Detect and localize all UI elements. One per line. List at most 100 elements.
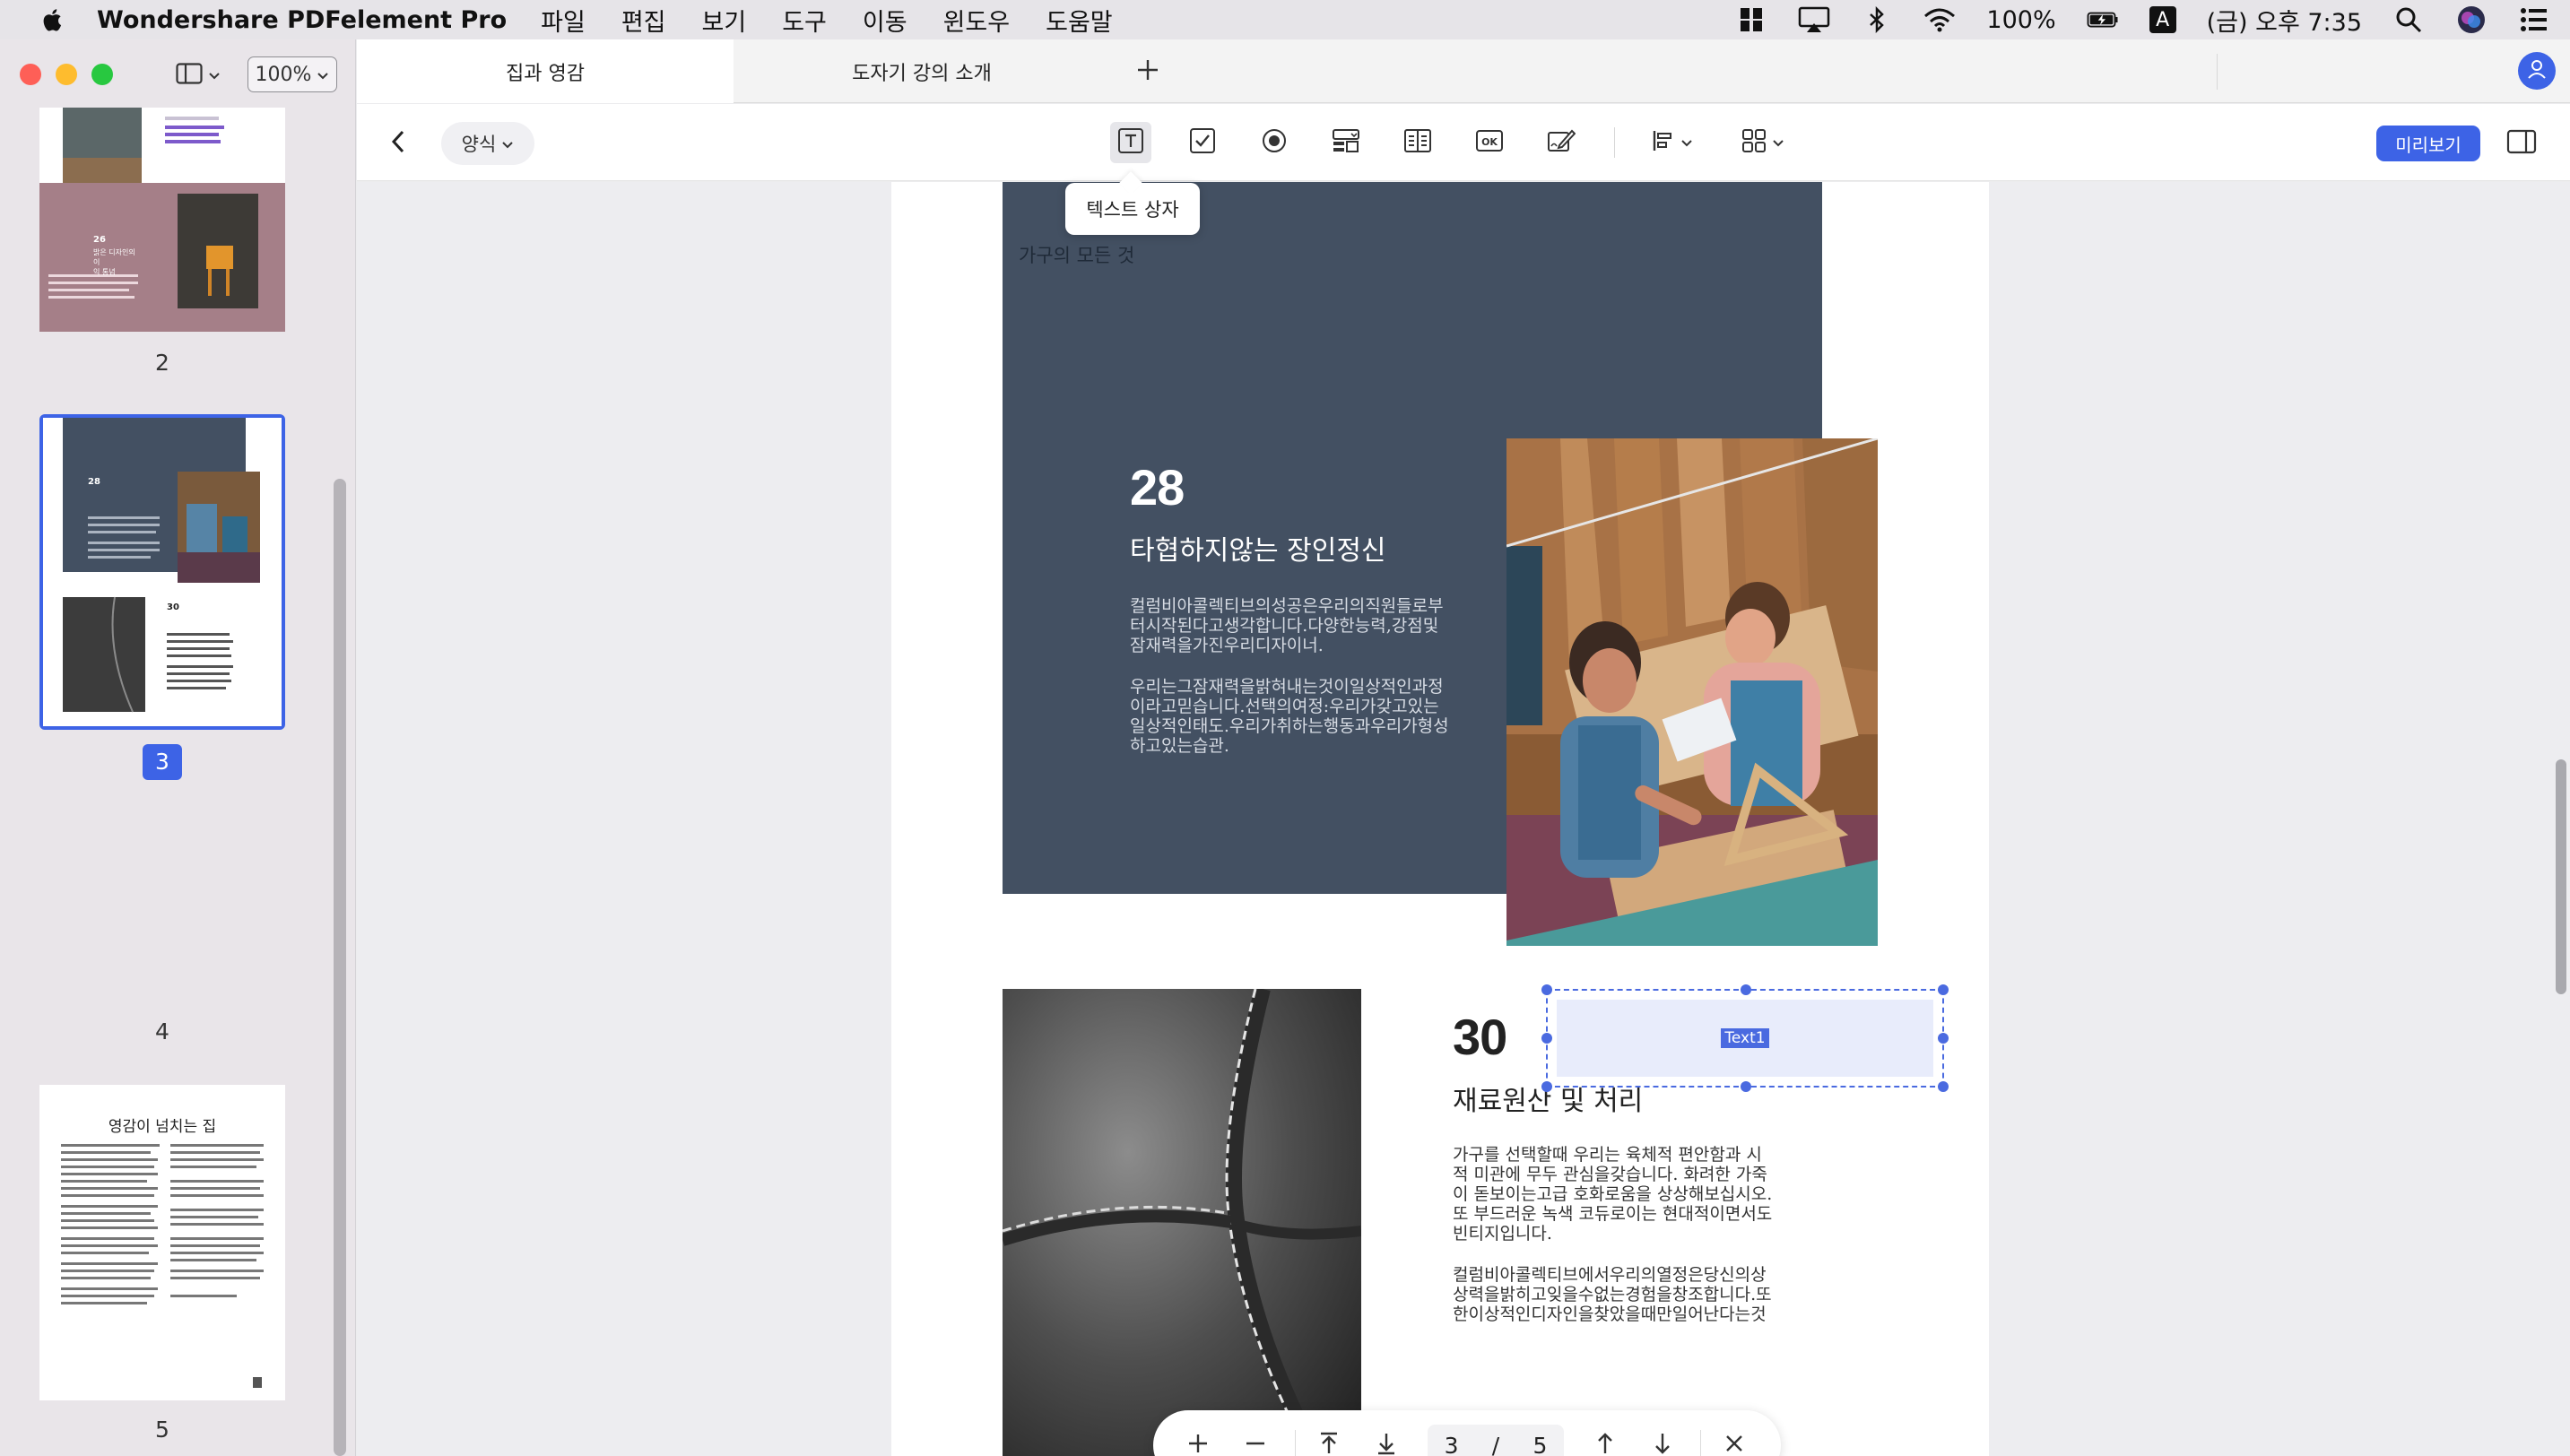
chevron-down-icon [208,67,221,84]
resize-handle-left[interactable] [1541,1033,1552,1044]
menu-view[interactable]: 보기 [702,3,747,38]
app-name-menu[interactable]: Wondershare PDFelement Pro [97,6,507,34]
list-box-tool-button[interactable] [1397,122,1438,163]
page-navigation-bar: 3 / 5 [1153,1410,1781,1456]
resize-handle-bottom-left[interactable] [1541,1081,1552,1092]
resize-handle-right[interactable] [1938,1033,1949,1044]
checkbox-icon [1189,127,1216,158]
form-toolbar: 양식 OK 미리보기 [357,104,2570,181]
input-source-icon[interactable]: A [2149,6,2176,33]
thumbnail-label-5: 5 [155,1417,169,1443]
clock[interactable]: (금) 오후 7:35 [2207,3,2362,38]
menu-window[interactable]: 윈도우 [943,3,1011,38]
form-mode-dropdown[interactable]: 양식 [441,122,534,165]
spotlight-search-icon[interactable] [2392,5,2425,34]
tab-pottery-class[interactable]: 도자기 강의 소개 [734,39,1110,103]
minimize-window-button[interactable] [56,64,77,85]
zoom-out-button[interactable] [1237,1427,1273,1456]
battery-icon[interactable] [2087,5,2119,34]
close-pager-button[interactable] [1716,1427,1752,1456]
new-tab-button[interactable] [1130,54,1166,90]
chevron-left-icon [389,129,407,158]
menu-go[interactable]: 이동 [863,3,907,38]
menu-edit[interactable]: 편집 [621,3,666,38]
running-head: 가구의 모든 것 [1019,245,1135,266]
tab-label: 집과 영감 [506,62,585,85]
next-page-button[interactable] [1645,1427,1680,1456]
current-page[interactable]: 3 [1445,1433,1459,1456]
distribute-dropdown[interactable] [1741,122,1784,163]
previous-page-button[interactable] [1587,1427,1623,1456]
pdf-page-3[interactable]: 가구의 모든 것 28 타협하지않는 장인정신 컬럼비아콜렉티브의성공은우리의직… [891,182,1989,1456]
resize-handle-top-right[interactable] [1938,984,1949,995]
svg-text:OK: OK [1481,136,1498,148]
align-dropdown[interactable] [1652,122,1693,163]
paragraph: 우리는그잠재력을밝혀내는것이일상적인과정이라고믿습니다.선택의여정:우리가갖고있… [1130,677,1449,756]
tab-home-inspiration[interactable]: 집과 영감 [357,39,734,103]
leather-photo [1000,986,1362,1456]
push-button-tool-button[interactable]: OK [1469,122,1510,163]
text-field-body[interactable]: Text1 [1557,1000,1933,1077]
app-window: 100% 26 밝은 디자인의 이 익 통념 2 28 30 3 4 영감이 넘… [0,39,2570,1456]
tab-label: 도자기 강의 소개 [852,62,992,85]
airplay-icon[interactable] [1798,5,1830,34]
text-field-tool-button[interactable] [1110,122,1151,163]
sidebar-toggle-button[interactable] [176,59,230,91]
combo-box-icon [1332,127,1360,158]
zoom-window-button[interactable] [91,64,113,85]
account-button[interactable] [2518,52,2556,90]
chevron-down-icon [501,133,514,154]
radio-button-tool-button[interactable] [1254,122,1295,163]
arrow-down-to-bottom-icon [1376,1432,1397,1456]
tooltip-text: 텍스트 상자 [1086,199,1179,221]
zoom-in-button[interactable] [1180,1427,1216,1456]
close-window-button[interactable] [20,64,41,85]
page-thumbnail-2[interactable]: 26 밝은 디자인의 이 익 통념 [39,108,285,332]
page-thumbnail-5[interactable]: 영감이 넘치는 집 [39,1085,285,1400]
section-body-craftsmanship: 컬럼비아콜렉티브의성공은우리의직원들로부터시작된다고생각합니다.다양한능력,강점… [1130,596,1453,777]
text-form-field[interactable]: Text1 [1541,984,1949,1092]
ok-button-icon: OK [1475,128,1504,157]
plus-icon [1187,1433,1209,1456]
page-number-field[interactable]: 3 / 5 [1428,1425,1564,1456]
toolbar-separator [1614,127,1615,158]
preview-button[interactable]: 미리보기 [2376,126,2480,161]
zoom-select[interactable]: 100% [247,56,337,92]
checkbox-tool-button[interactable] [1182,122,1223,163]
first-page-button[interactable] [1311,1427,1347,1456]
canvas-scrollbar[interactable] [2556,759,2566,994]
right-panel-toggle[interactable] [2504,126,2540,161]
sidebar-scrollbar[interactable] [334,479,346,1456]
back-button[interactable] [380,126,416,161]
resize-handle-bottom[interactable] [1741,1081,1751,1092]
resize-handle-top-left[interactable] [1541,984,1552,995]
bookmark-icon[interactable] [1735,5,1767,34]
wifi-icon[interactable] [1923,5,1956,34]
thumbnail-sidebar: 100% 26 밝은 디자인의 이 익 통념 2 28 30 3 4 영감이 넘… [0,39,356,1456]
section-body-materials: 가구를 선택할때 우리는 육체적 편안함과 시적 미관에 무두 관심을갖습니다.… [1453,1145,1776,1346]
document-canvas[interactable]: 가구의 모든 것 28 타협하지않는 장인정신 컬럼비아콜렉티브의성공은우리의직… [357,182,2570,1456]
menu-tools[interactable]: 도구 [782,3,827,38]
apple-icon[interactable] [36,4,66,35]
bluetooth-icon[interactable] [1861,5,1893,34]
pager-separator [1700,1430,1701,1456]
paragraph: 컬럼비아콜렉티브의성공은우리의직원들로부터시작된다고생각합니다.다양한능력,강점… [1130,596,1444,655]
menu-file[interactable]: 파일 [541,3,586,38]
resize-handle-top[interactable] [1741,984,1751,995]
paragraph: 컬럼비아콜렉티브에서우리의열정은당신의상상력을밝히고잊을수없는경험을창조합니다.… [1453,1265,1772,1324]
signature-tool-button[interactable] [1541,122,1582,163]
siri-icon[interactable] [2455,5,2488,34]
panel-icon [2506,129,2537,158]
field-name-label: Text1 [1721,1028,1769,1048]
control-center-icon[interactable] [2518,5,2550,34]
chevron-down-icon [1772,134,1784,152]
page-separator: / [1491,1432,1500,1456]
menu-help[interactable]: 도움말 [1046,3,1113,38]
combo-box-tool-button[interactable] [1325,122,1367,163]
last-page-button[interactable] [1368,1427,1404,1456]
align-left-icon [1652,129,1677,156]
zoom-value: 100% [255,63,312,86]
page-thumbnail-3[interactable]: 28 30 [43,418,282,726]
resize-handle-bottom-right[interactable] [1938,1081,1949,1092]
arrow-down-icon [1652,1432,1673,1456]
